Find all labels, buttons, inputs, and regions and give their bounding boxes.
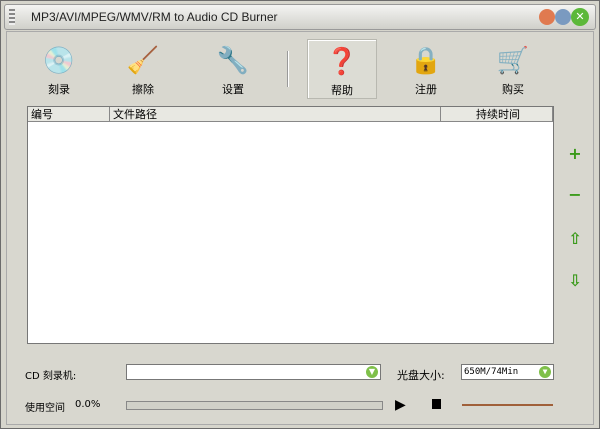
burn-progress-slider[interactable] <box>462 404 553 406</box>
toolbar-separator <box>287 51 289 87</box>
buy-label: 购买 <box>502 83 524 96</box>
burner-label: CD 刻录机: <box>25 371 77 382</box>
dropdown-arrow-icon[interactable]: ▼ <box>366 366 378 378</box>
help-label: 帮助 <box>331 84 353 97</box>
disc-size-select[interactable]: 650M/74Min ▼ <box>461 364 554 380</box>
window-title: MP3/AVI/MPEG/WMV/RM to Audio CD Burner <box>31 10 278 24</box>
column-number[interactable]: 编号 <box>28 107 110 122</box>
column-path[interactable]: 文件路径 <box>110 107 441 122</box>
settings-label: 设置 <box>222 83 244 96</box>
settings-button[interactable]: 🔧 设置 <box>199 39 267 97</box>
register-button[interactable]: 🔒 注册 <box>392 39 460 97</box>
maximize-button[interactable] <box>555 9 571 25</box>
column-duration[interactable]: 持续时间 <box>441 107 553 122</box>
burn-label: 刻录 <box>48 83 70 96</box>
register-label: 注册 <box>415 83 437 96</box>
title-bar: MP3/AVI/MPEG/WMV/RM to Audio CD Burner ✕ <box>4 4 596 30</box>
erase-button[interactable]: 🧹 擦除 <box>109 39 177 97</box>
cart-icon: 🛒 <box>496 46 530 76</box>
burn-button[interactable]: 💿 刻录 <box>25 39 93 97</box>
grip-icon <box>9 9 15 25</box>
play-button[interactable]: ▶ <box>395 397 406 413</box>
used-space-progress <box>126 401 383 410</box>
minimize-button[interactable] <box>539 9 555 25</box>
move-down-button[interactable]: ⇩ <box>567 271 583 290</box>
app-window: MP3/AVI/MPEG/WMV/RM to Audio CD Burner ✕… <box>0 0 600 429</box>
cd-burn-icon: 💿 <box>42 46 76 76</box>
add-file-button[interactable]: + <box>567 144 583 163</box>
move-up-button[interactable]: ⇧ <box>567 229 583 248</box>
buy-button[interactable]: 🛒 购买 <box>479 39 547 97</box>
help-button[interactable]: ❓ 帮助 <box>307 39 377 99</box>
used-space-label: 使用空间 <box>25 403 65 414</box>
disc-size-value: 650M/74Min <box>464 367 519 377</box>
tools-icon: 🔧 <box>216 46 250 76</box>
dropdown-arrow-icon[interactable]: ▼ <box>539 366 551 378</box>
stop-button[interactable] <box>432 399 441 409</box>
close-button[interactable]: ✕ <box>571 8 589 26</box>
used-space-value: 0.0% <box>75 399 101 410</box>
help-icon: ❓ <box>325 47 359 77</box>
erase-label: 擦除 <box>132 83 154 96</box>
erase-cd-icon: 🧹 <box>126 46 160 76</box>
file-list[interactable]: 编号 文件路径 持续时间 <box>27 106 554 344</box>
remove-file-button[interactable]: − <box>567 185 583 204</box>
disc-size-label: 光盘大小: <box>397 369 445 382</box>
burner-select[interactable]: ▼ <box>126 364 381 380</box>
lock-icon: 🔒 <box>409 46 443 76</box>
